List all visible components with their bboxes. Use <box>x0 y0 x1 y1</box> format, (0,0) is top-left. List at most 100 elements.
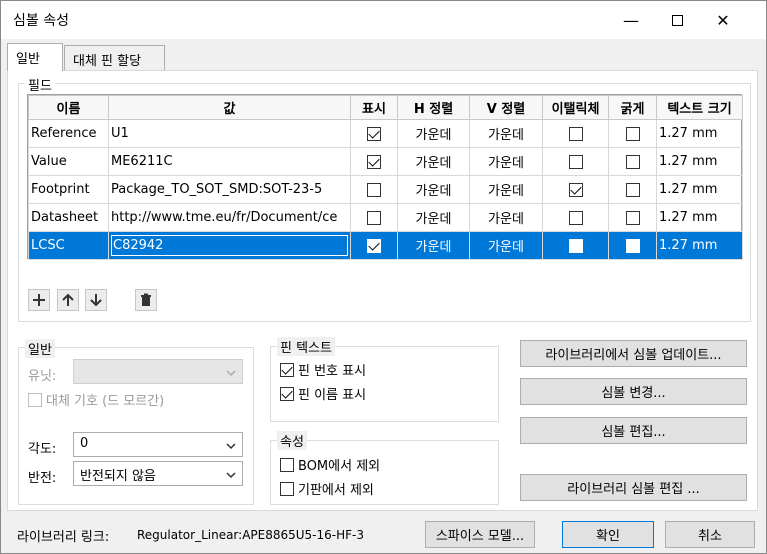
v-align-cell[interactable]: 가운데 <box>469 203 543 232</box>
h-align-cell[interactable]: 가운데 <box>397 119 470 148</box>
column-header-v-align[interactable]: V 정렬 <box>469 95 543 120</box>
bold-checkbox[interactable] <box>625 154 640 169</box>
h-align-cell[interactable]: 가운데 <box>397 175 470 204</box>
italic-checkbox[interactable] <box>568 182 583 197</box>
italic-checkbox[interactable] <box>568 126 583 141</box>
field-value-cell[interactable]: ME6211C <box>108 147 351 176</box>
mirror-select[interactable]: 반전되지 않음 <box>73 461 243 486</box>
tab-general[interactable]: 일반 <box>7 43 63 71</box>
maximize-button[interactable] <box>654 1 700 39</box>
alternate-symbol-label: 대체 기호 (드 모르간) <box>46 394 165 409</box>
text-size-cell[interactable]: 1.27 mm <box>656 203 743 232</box>
field-name-cell[interactable]: LCSC <box>28 231 109 260</box>
arrow-down-icon <box>90 294 102 307</box>
bold-checkbox[interactable] <box>625 210 640 225</box>
column-header-name[interactable]: 이름 <box>28 95 109 120</box>
show-pin-names-checkbox[interactable] <box>280 386 294 401</box>
h-align-cell[interactable]: 가운데 <box>397 147 470 176</box>
column-header-h-align[interactable]: H 정렬 <box>397 95 470 120</box>
delete-field-button[interactable] <box>135 289 157 311</box>
angle-value: 0 <box>80 436 89 451</box>
exclude-bom-row[interactable]: BOM에서 제외 <box>280 455 380 474</box>
bold-checkbox[interactable] <box>625 182 640 197</box>
move-down-button[interactable] <box>85 289 107 311</box>
table-row[interactable]: Footprint Package_TO_SOT_SMD:SOT-23-5 가운… <box>28 175 743 204</box>
table-header-row: 이름 값 표시 H 정렬 V 정렬 이탤릭체 굵게 텍스트 크기 <box>28 95 743 120</box>
show-pin-numbers-checkbox[interactable] <box>280 362 294 377</box>
minimize-icon: — <box>623 10 639 30</box>
show-pin-numbers-row[interactable]: 핀 번호 표시 <box>280 360 366 379</box>
move-up-button[interactable] <box>57 289 79 311</box>
ok-button[interactable]: 확인 <box>562 521 654 548</box>
v-align-cell[interactable]: 가운데 <box>469 175 543 204</box>
chevron-down-icon <box>226 439 236 454</box>
angle-select[interactable]: 0 <box>73 432 243 457</box>
field-value-editor[interactable]: C82942 <box>111 235 348 256</box>
column-header-italic[interactable]: 이탤릭체 <box>542 95 609 120</box>
trash-icon <box>141 293 151 306</box>
show-pin-names-label: 핀 이름 표시 <box>298 388 367 403</box>
table-row[interactable]: Reference U1 가운데 가운데 1.27 mm <box>28 119 743 148</box>
field-value-cell[interactable]: http://www.tme.eu/fr/Document/ce <box>108 203 351 232</box>
exclude-board-row[interactable]: 기판에서 제외 <box>280 479 374 498</box>
text-size-cell[interactable]: 1.27 mm <box>656 119 743 148</box>
field-name-cell[interactable]: Reference <box>28 119 109 148</box>
edit-library-symbol-button[interactable]: 라이브러리 심볼 편집 ... <box>520 474 747 501</box>
cancel-button[interactable]: 취소 <box>665 521 755 548</box>
column-header-bold[interactable]: 굵게 <box>608 95 657 120</box>
mirror-label: 반전: <box>28 471 57 486</box>
table-row[interactable]: Value ME6211C 가운데 가운데 1.27 mm <box>28 147 743 176</box>
alternate-symbol-checkbox-row[interactable]: 대체 기호 (드 모르간) <box>28 390 164 409</box>
v-align-cell[interactable]: 가운데 <box>469 231 543 260</box>
spice-model-button[interactable]: 스파이스 모델... <box>425 521 535 548</box>
italic-checkbox[interactable] <box>568 210 583 225</box>
field-value-cell[interactable]: U1 <box>108 119 351 148</box>
exclude-board-checkbox[interactable] <box>280 481 294 496</box>
update-from-library-button[interactable]: 라이브러리에서 심볼 업데이트... <box>520 340 747 367</box>
change-symbol-button[interactable]: 심볼 변경... <box>520 378 747 405</box>
tab-alternate-pin-assignments[interactable]: 대체 핀 할당 <box>64 45 165 70</box>
exclude-bom-checkbox[interactable] <box>280 457 294 472</box>
edit-symbol-button[interactable]: 심볼 편집... <box>520 417 747 444</box>
alternate-symbol-checkbox[interactable] <box>28 392 42 407</box>
show-checkbox[interactable] <box>367 182 381 197</box>
italic-checkbox[interactable] <box>568 238 583 253</box>
show-pin-names-row[interactable]: 핀 이름 표시 <box>280 384 366 403</box>
show-checkbox[interactable] <box>367 126 381 141</box>
chevron-down-icon <box>226 366 236 381</box>
column-header-text-size[interactable]: 텍스트 크기 <box>656 95 743 120</box>
mirror-value: 반전되지 않음 <box>80 469 156 484</box>
v-align-cell[interactable]: 가운데 <box>469 119 543 148</box>
library-link-value: Regulator_Linear:APE8865U5-16-HF-3 <box>137 528 365 542</box>
show-pin-numbers-label: 핀 번호 표시 <box>298 364 367 379</box>
field-name-cell[interactable]: Datasheet <box>28 203 109 232</box>
chevron-down-icon <box>226 468 236 483</box>
table-row[interactable]: Datasheet http://www.tme.eu/fr/Document/… <box>28 203 743 232</box>
show-checkbox[interactable] <box>367 210 381 225</box>
add-field-button[interactable] <box>28 289 50 311</box>
field-name-cell[interactable]: Footprint <box>28 175 109 204</box>
text-size-cell[interactable]: 1.27 mm <box>656 147 743 176</box>
minimize-button[interactable]: — <box>608 1 654 39</box>
text-size-cell[interactable]: 1.27 mm <box>656 175 743 204</box>
field-value-cell[interactable]: C82942 <box>108 231 351 260</box>
italic-checkbox[interactable] <box>568 154 583 169</box>
bold-checkbox[interactable] <box>625 238 640 253</box>
bold-checkbox[interactable] <box>625 126 640 141</box>
text-size-cell[interactable]: 1.27 mm <box>656 231 743 260</box>
field-value-cell[interactable]: Package_TO_SOT_SMD:SOT-23-5 <box>108 175 351 204</box>
show-checkbox[interactable] <box>367 238 381 253</box>
symbol-properties-dialog: 심볼 속성 — ✕ 일반 대체 핀 할당 필드 이름 값 표시 H 정렬 V 정… <box>0 0 767 554</box>
fields-table: 이름 값 표시 H 정렬 V 정렬 이탤릭체 굵게 텍스트 크기 Referen… <box>27 94 743 260</box>
field-name-cell[interactable]: Value <box>28 147 109 176</box>
close-button[interactable]: ✕ <box>700 1 746 39</box>
column-header-show[interactable]: 표시 <box>350 95 398 120</box>
column-header-value[interactable]: 값 <box>108 95 351 120</box>
h-align-cell[interactable]: 가운데 <box>397 203 470 232</box>
unit-select[interactable] <box>73 359 243 384</box>
show-checkbox[interactable] <box>367 154 381 169</box>
close-icon: ✕ <box>716 10 730 30</box>
v-align-cell[interactable]: 가운데 <box>469 147 543 176</box>
h-align-cell[interactable]: 가운데 <box>397 231 470 260</box>
table-row-selected[interactable]: LCSC C82942 가운데 가운데 1.27 mm <box>28 231 743 260</box>
